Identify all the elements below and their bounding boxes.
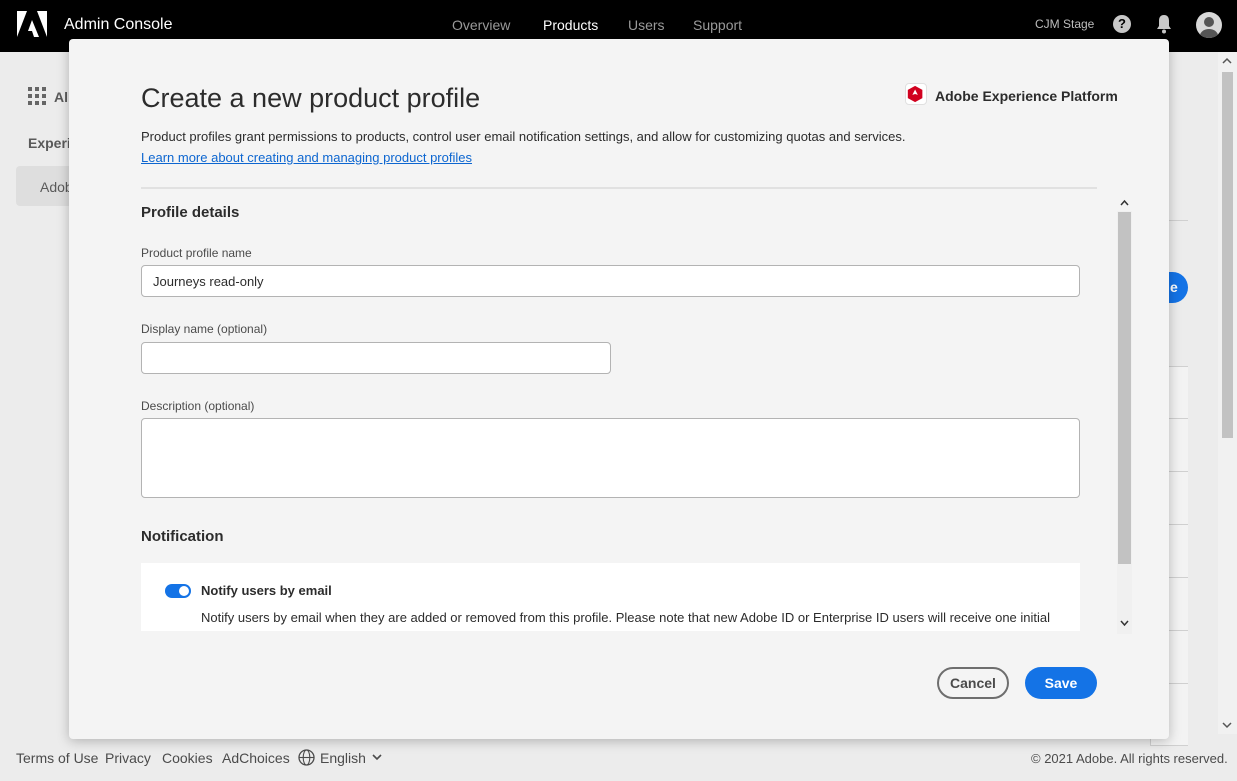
- footer-cookies-link[interactable]: Cookies: [162, 750, 213, 766]
- nav-products[interactable]: Products: [543, 17, 598, 33]
- adobe-logo-icon[interactable]: [17, 11, 47, 37]
- dialog-title: Create a new product profile: [141, 83, 481, 113]
- user-avatar-icon: [1200, 17, 1218, 38]
- app-title[interactable]: Admin Console: [64, 16, 173, 34]
- nav-support[interactable]: Support: [693, 17, 742, 33]
- footer-privacy-link[interactable]: Privacy: [105, 750, 151, 766]
- chevron-down-icon[interactable]: [371, 752, 383, 762]
- description-textarea[interactable]: [141, 418, 1080, 498]
- dialog-scroll-area[interactable]: Profile details Product profile name Dis…: [141, 194, 1117, 631]
- notification-heading: Notification: [141, 528, 224, 545]
- nav-users[interactable]: Users: [628, 17, 665, 33]
- globe-icon[interactable]: [298, 749, 315, 766]
- footer-adchoices-link[interactable]: AdChoices: [222, 750, 290, 766]
- create-profile-dialog: Create a new product profile Adobe Exper…: [69, 39, 1169, 739]
- notification-card: Notify users by email Notify users by em…: [141, 563, 1080, 631]
- dialog-scrollbar-thumb[interactable]: [1118, 212, 1131, 564]
- experience-platform-icon: [907, 85, 923, 103]
- learn-more-link[interactable]: Learn more about creating and managing p…: [141, 150, 472, 165]
- sidebar-item-label: Adob: [40, 179, 73, 195]
- org-switcher[interactable]: CJM Stage: [1035, 17, 1094, 31]
- notify-email-label: Notify users by email: [201, 583, 332, 598]
- product-badge: [905, 83, 927, 105]
- dialog-scroll-up-icon[interactable]: [1118, 196, 1131, 210]
- display-name-input[interactable]: [141, 342, 611, 374]
- language-selector[interactable]: English: [320, 750, 366, 766]
- bg-primary-button-label: e: [1170, 279, 1178, 295]
- profile-details-heading: Profile details: [141, 204, 240, 221]
- dialog-scroll-down-icon[interactable]: [1118, 616, 1131, 630]
- page-scrollbar-thumb[interactable]: [1222, 72, 1233, 438]
- user-avatar[interactable]: [1196, 12, 1222, 38]
- cancel-button[interactable]: Cancel: [937, 667, 1009, 699]
- page-scroll-up-icon[interactable]: [1221, 57, 1233, 65]
- display-name-label: Display name (optional): [141, 322, 268, 336]
- product-name: Adobe Experience Platform: [935, 88, 1118, 104]
- footer-terms-link[interactable]: Terms of Use: [16, 750, 98, 766]
- notifications-bell-icon[interactable]: [1155, 14, 1173, 34]
- description-label: Description (optional): [141, 399, 255, 413]
- help-icon[interactable]: ?: [1113, 15, 1131, 33]
- nav-overview[interactable]: Overview: [452, 17, 510, 33]
- profile-name-input[interactable]: [141, 265, 1080, 297]
- all-products-grid-icon[interactable]: [28, 87, 46, 105]
- page-scroll-down-icon[interactable]: [1221, 721, 1233, 729]
- save-button[interactable]: Save: [1025, 667, 1097, 699]
- notify-email-toggle[interactable]: [165, 584, 191, 598]
- dialog-description: Product profiles grant permissions to pr…: [141, 129, 906, 144]
- profile-name-label: Product profile name: [141, 246, 252, 260]
- dialog-divider: [141, 187, 1097, 189]
- copyright-text: © 2021 Adobe. All rights reserved.: [1031, 751, 1228, 766]
- notify-email-description: Notify users by email when they are adde…: [201, 610, 1051, 625]
